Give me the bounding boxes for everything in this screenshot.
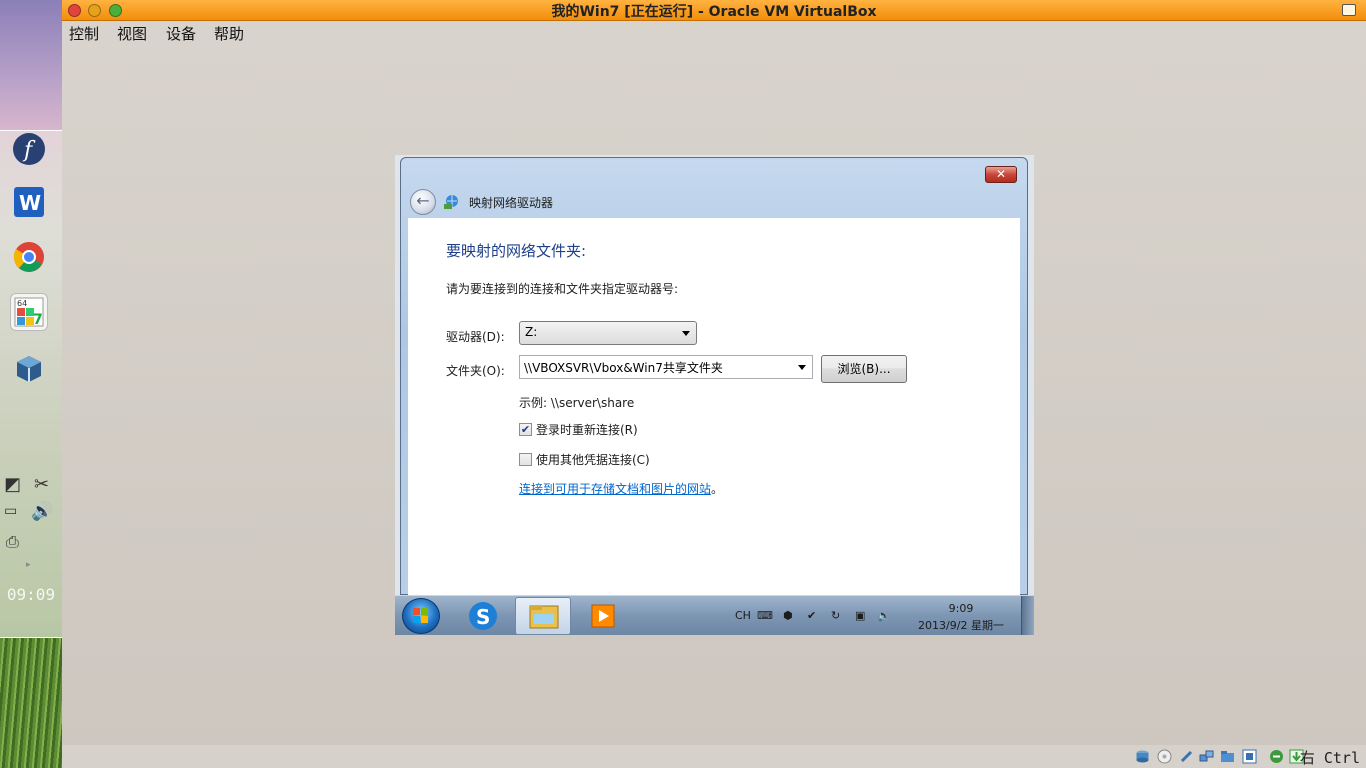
vbox-menubar: 控制 视图 设备 帮助 [62,21,1366,45]
guest-screen[interactable]: ✕ ← 映射网络驱动器 要映射的网络文件夹: 请为要连接到的连接和文件夹指定驱动… [395,155,1034,635]
taskbar-explorer-button[interactable] [515,597,571,635]
menu-control[interactable]: 控制 [69,23,99,44]
media-player-icon [591,604,615,628]
sogou-icon: S [469,602,497,630]
credentials-checkbox[interactable] [519,453,532,466]
volume-icon[interactable]: 🔈 [877,609,891,622]
credentials-row[interactable]: 使用其他凭据连接(C) [519,451,650,468]
page-heading: 要映射的网络文件夹: [446,242,587,260]
back-button[interactable]: ← [410,189,436,215]
network-drive-icon [444,195,458,209]
svg-text:W: W [19,191,41,215]
network-icon[interactable]: ▣ [855,609,865,622]
reconnect-row[interactable]: ✔ 登录时重新连接(R) [519,421,638,438]
dock-clock: 09:09 [6,585,56,604]
vbox-statusbar: 右 Ctrl [62,745,1366,768]
safely-remove-icon[interactable]: ✔ [807,609,816,622]
expand-arrow-icon[interactable]: ▸ [26,560,31,570]
virtualbox-icon[interactable] [10,350,48,388]
hard-disk-icon[interactable] [1135,749,1150,764]
clock-time: 9:09 [948,602,974,615]
display-icon[interactable] [1242,749,1257,764]
website-link[interactable]: 连接到可用于存储文档和图片的网站 [519,480,711,497]
start-button[interactable] [402,598,440,634]
dialog-content: 要映射的网络文件夹: 请为要连接到的连接和文件夹指定驱动器号: 驱动器(D): … [408,218,1020,596]
example-text: 示例: \\server\share [519,396,635,410]
vbox-titlebar: 我的Win7 [正在运行] - Oracle VM VirtualBox [62,0,1366,21]
keyboard-icon[interactable]: ⌨ [757,609,773,622]
volume-icon[interactable]: 🔊 [31,501,53,522]
dialog-close-button[interactable]: ✕ [985,166,1017,183]
window-title: 我的Win7 [正在运行] - Oracle VM VirtualBox [551,4,877,20]
shared-folders-icon[interactable] [1220,749,1235,764]
network-adapter-icon[interactable] [1199,749,1214,764]
dialog-title: 映射网络驱动器 [469,196,554,210]
network-icon[interactable]: ◩ [4,474,21,495]
folder-value: \\VBOXSVR\Vbox&Win7共享文件夹 [524,361,723,375]
host-dock: f W 64 7 ◩ ✂ ▭ 🔊 ⎙ ▸ 09:09 [0,0,62,768]
wps-writer-icon[interactable]: W [10,183,48,221]
restore-window-button[interactable] [1342,4,1356,16]
host-key-label: 右 Ctrl [1299,749,1360,767]
drive-letter-select[interactable]: Z: [519,321,697,345]
credentials-label[interactable]: 使用其他凭据连接(C) [536,451,650,468]
menu-devices[interactable]: 设备 [166,23,196,44]
show-desktop-button[interactable] [1021,596,1034,635]
chrome-icon[interactable] [10,238,48,276]
drive-value: Z: [525,325,538,339]
keyboard-icon[interactable]: ▭ [4,503,17,519]
svg-text:64: 64 [17,299,27,308]
instruction-text: 请为要连接到的连接和文件夹指定驱动器号: [446,282,679,296]
language-indicator[interactable]: CH [735,609,751,622]
mouse-integration-icon[interactable] [1269,749,1284,764]
link-period: 。 [711,482,724,496]
update-icon[interactable]: ↻ [831,609,840,622]
wallpaper-grass [0,638,62,768]
menu-view[interactable]: 视图 [117,23,147,44]
virtualbox-tray-icon[interactable]: ⬢ [783,609,793,622]
drive-label: 驱动器(D): [446,330,505,344]
folder-icon [529,605,559,629]
menu-help[interactable]: 帮助 [214,23,244,44]
svg-text:S: S [476,605,490,629]
guest-clock[interactable]: 9:09 2013/9/2 星期一 [906,600,1016,634]
taskbar-sogou-button[interactable]: S [455,597,511,635]
chevron-down-icon [682,331,690,336]
browse-button[interactable]: 浏览(B)... [821,355,907,383]
map-network-drive-dialog: ✕ ← 映射网络驱动器 要映射的网络文件夹: 请为要连接到的连接和文件夹指定驱动… [400,157,1028,596]
svg-text:7: 7 [33,312,43,328]
scissors-icon[interactable]: ✂ [34,474,49,495]
clock-date: 2013/9/2 星期一 [918,619,1004,632]
folder-label: 文件夹(O): [446,364,505,378]
win7-vm-icon[interactable]: 64 7 [10,293,48,331]
folder-combobox[interactable]: \\VBOXSVR\Vbox&Win7共享文件夹 [519,355,813,379]
windows-logo-icon [413,608,428,623]
guest-taskbar: S CH ⌨ ⬢ ✔ ↻ ▣ 🔈 9:09 2013/9/2 星期一 [395,595,1034,635]
usb-icon[interactable] [1179,749,1194,764]
fedora-icon[interactable]: f [10,130,48,168]
optical-drive-icon[interactable] [1157,749,1172,764]
taskbar-mediaplayer-button[interactable] [575,597,631,635]
printer-icon[interactable]: ⎙ [6,532,19,552]
back-arrow-icon: ← [416,191,430,210]
reconnect-checkbox[interactable]: ✔ [519,423,532,436]
reconnect-label[interactable]: 登录时重新连接(R) [536,421,638,438]
chevron-down-icon[interactable] [798,365,806,370]
